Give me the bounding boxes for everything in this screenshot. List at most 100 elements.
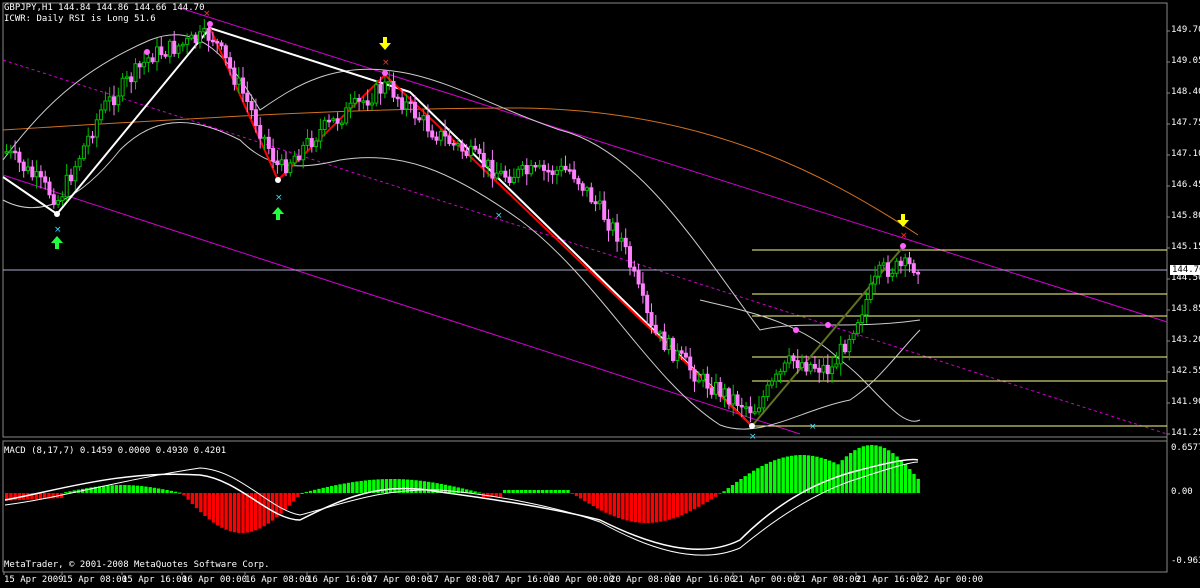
candle-body [185, 37, 190, 45]
macd-bar [156, 488, 161, 493]
macd-bar [836, 464, 840, 493]
macd-bar [604, 493, 608, 513]
candle-body [503, 170, 508, 178]
macd-bar [106, 485, 110, 493]
macd-bar [64, 492, 68, 494]
macd-bar [806, 455, 811, 493]
candle-body [873, 275, 878, 285]
candle-body [597, 200, 602, 205]
macd-bar [342, 483, 346, 493]
macd-bar [502, 490, 507, 493]
macd-bar [224, 493, 228, 530]
candle-body [761, 396, 766, 409]
cross-marker-icon: × [382, 58, 390, 68]
candle-body [529, 164, 534, 175]
candle-body [395, 96, 400, 100]
candle-body [666, 338, 671, 351]
macd-bar [600, 493, 604, 511]
candle-body [563, 165, 568, 171]
macd-bar [220, 493, 224, 528]
macd-bar [532, 490, 536, 493]
macd-bar [325, 486, 330, 493]
macd-bar [777, 458, 781, 493]
macd-bar [819, 457, 823, 493]
price-chart[interactable]: ×××××××× [0, 0, 1200, 588]
price-tick-label: 141.25 [1171, 428, 1200, 438]
macd-bar [659, 493, 663, 522]
price-tick-label: 147.10 [1171, 149, 1200, 159]
candle-body [795, 360, 800, 369]
candle-body [787, 355, 792, 364]
candle-body [116, 95, 121, 106]
time-tick-label: 16 Apr 08:00 [245, 575, 311, 585]
macd-bar [338, 484, 342, 493]
candle-body [606, 218, 611, 231]
candle-body [744, 406, 749, 409]
candle-body [309, 138, 314, 148]
candle-body [589, 187, 594, 203]
candle-body [757, 407, 761, 413]
candle-body [688, 356, 693, 371]
macd-bar [422, 481, 427, 493]
macd-bar [595, 493, 600, 509]
candle-body [812, 363, 817, 369]
macd-bar [165, 490, 169, 493]
pivot-dot-icon [382, 70, 388, 76]
candle-body [585, 187, 589, 191]
time-tick-label: 20 Apr 00:00 [549, 575, 615, 585]
candle-body [447, 135, 452, 145]
candle-body [838, 343, 843, 365]
macd-bar [760, 465, 764, 493]
candle-body [331, 118, 336, 121]
macd-bar [726, 488, 731, 493]
chart-window[interactable]: × × × × × × × × GBPJPY,H1 144.84 144.86 144.66 … [0, 0, 1200, 588]
candle-body [425, 115, 430, 132]
zigzag-red [209, 27, 753, 427]
candle-body [709, 387, 714, 395]
macd-bar [713, 493, 718, 497]
macd-bar [190, 493, 195, 505]
candle-body [271, 147, 276, 162]
cross-marker-icon: × [495, 211, 503, 221]
macd-bar [912, 473, 916, 493]
macd-bar [519, 490, 524, 493]
candle-body [769, 380, 774, 386]
macd-bar [199, 493, 203, 513]
indicator-note: ICWR: Daily RSI is Long 51.6 [4, 14, 156, 24]
candle-body [357, 97, 362, 102]
macd-bar [566, 490, 570, 493]
buy-arrow-icon [272, 207, 284, 220]
candle-body [886, 262, 890, 277]
macd-bar [675, 493, 680, 517]
macd-bar [591, 493, 595, 507]
candle-body [714, 382, 718, 395]
candle-body [129, 76, 134, 83]
macd-bar [642, 493, 646, 523]
macd-bar [536, 490, 541, 493]
candle-body [916, 271, 921, 275]
price-tick-label: 147.75 [1171, 118, 1200, 128]
candle-body [107, 96, 112, 102]
macd-bar [878, 446, 882, 493]
macd-bar [735, 481, 739, 493]
macd-bar [545, 490, 549, 493]
price-tick-label: 149.05 [1171, 56, 1200, 66]
macd-bar [891, 453, 895, 493]
candle-body [490, 159, 495, 179]
candle-body [180, 43, 185, 47]
macd-header: MACD (8,17,7) 0.1459 0.0000 0.4930 0.420… [4, 446, 227, 456]
macd-bar [287, 493, 292, 506]
candle-body [628, 246, 632, 268]
candle-body [430, 130, 435, 138]
candle-body [499, 170, 503, 174]
macd-bar [751, 470, 756, 493]
candle-body [722, 388, 727, 397]
candle-body [81, 145, 86, 160]
macd-bar [393, 479, 397, 493]
price-tick-label: 145.80 [1171, 211, 1200, 221]
candle-body [413, 101, 417, 119]
macd-bar [540, 490, 545, 493]
candle-body [636, 270, 641, 285]
macd-bar [296, 493, 300, 497]
lower-band [2, 122, 921, 430]
